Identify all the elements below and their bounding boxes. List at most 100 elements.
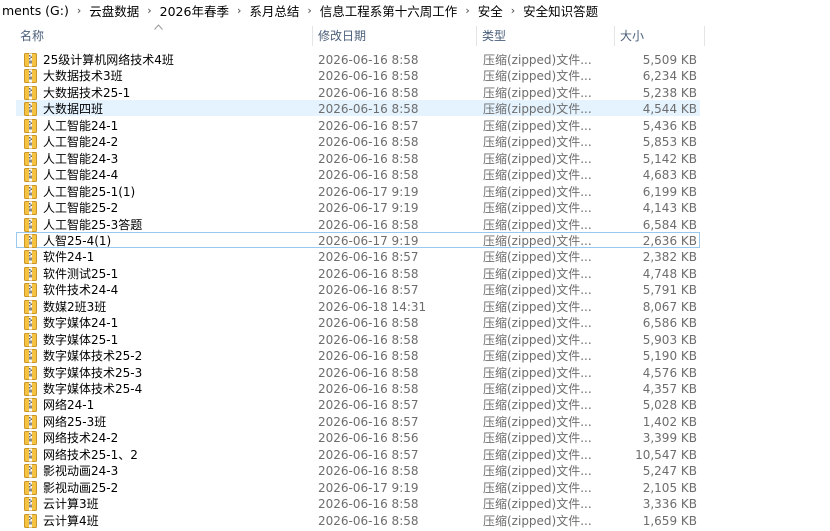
file-name: 人工智能25-3答题 bbox=[43, 217, 143, 232]
file-date: 2026-06-16 8:57 bbox=[318, 118, 419, 133]
breadcrumb-item[interactable]: ments (G:) bbox=[0, 3, 71, 18]
file-size: 5,238 KB bbox=[642, 85, 697, 100]
breadcrumb-item[interactable]: 云盘数据 bbox=[87, 1, 141, 20]
file-row[interactable]: 软件技术24-4 2026-06-16 8:57 压缩(zipped)文件... 5,… bbox=[16, 281, 700, 298]
zip-folder-icon bbox=[24, 151, 37, 166]
column-header-name[interactable]: 名称 bbox=[20, 26, 44, 46]
file-row[interactable]: 影视动画24-3 2026-06-16 8:58 压缩(zipped)文件... 5,… bbox=[16, 462, 700, 479]
file-row[interactable]: 人工智能25-3答题 2026-06-16 8:58 压缩(zipped)文件...… bbox=[16, 216, 700, 232]
file-row[interactable]: 网络25-3班 2026-06-16 8:57 压缩(zipped)文件... 1,4… bbox=[16, 413, 700, 429]
file-row[interactable]: 人工智能25-1(1) 2026-06-17 9:19 压缩(zipped)文件..… bbox=[16, 183, 700, 199]
zip-folder-icon bbox=[24, 168, 37, 183]
file-row[interactable]: 软件24-1 2026-06-16 8:57 压缩(zipped)文件... 2,38… bbox=[16, 248, 700, 265]
file-row[interactable]: 影视动画25-2 2026-06-17 9:19 压缩(zipped)文件... 2,… bbox=[16, 479, 700, 495]
zip-folder-icon bbox=[24, 447, 37, 462]
file-type: 压缩(zipped)文件... bbox=[483, 135, 592, 150]
file-date: 2026-06-16 8:58 bbox=[318, 382, 419, 396]
file-row[interactable]: 大数据技术25-1 2026-06-16 8:58 压缩(zipped)文件... 5… bbox=[16, 84, 700, 100]
file-size: 3,336 KB bbox=[642, 497, 697, 512]
file-name: 影视动画25-2 bbox=[43, 480, 119, 495]
file-row[interactable]: 25级计算机网络技术4班 2026-06-16 8:58 压缩(zipped)文件.… bbox=[16, 51, 700, 67]
zip-folder-icon bbox=[24, 414, 37, 429]
file-row[interactable]: 人工智能24-1 2026-06-16 8:57 压缩(zipped)文件... 5,… bbox=[16, 117, 700, 133]
file-name: 网络技术24-2 bbox=[43, 431, 119, 446]
column-header-size[interactable]: 大小 bbox=[620, 26, 644, 46]
file-name: 人工智能24-2 bbox=[43, 135, 119, 150]
file-row[interactable]: 网络技术24-2 2026-06-16 8:56 压缩(zipped)文件... 3,… bbox=[16, 429, 700, 446]
breadcrumb-item[interactable]: 系月总结 bbox=[247, 1, 301, 20]
file-type: 压缩(zipped)文件... bbox=[483, 513, 592, 528]
file-row[interactable]: 人工智能24-4 2026-06-16 8:58 压缩(zipped)文件... 4,… bbox=[16, 166, 700, 183]
chevron-right-icon[interactable]: › bbox=[459, 4, 475, 17]
file-row[interactable]: 人工智能24-3 2026-06-16 8:58 压缩(zipped)文件... 5,… bbox=[16, 150, 700, 166]
file-size: 10,547 KB bbox=[635, 447, 697, 462]
file-row[interactable]: 大数据技术3班 2026-06-16 8:58 压缩(zipped)文件... 6,2… bbox=[16, 67, 700, 84]
file-name: 数字媒体技术25-3 bbox=[43, 365, 143, 380]
chevron-right-icon[interactable]: › bbox=[505, 4, 521, 17]
file-date: 2026-06-16 8:58 bbox=[318, 513, 419, 528]
file-size: 5,142 KB bbox=[642, 151, 697, 166]
file-row[interactable]: 人工智能24-2 2026-06-16 8:58 压缩(zipped)文件... 5,… bbox=[16, 133, 700, 150]
file-type: 压缩(zipped)文件... bbox=[483, 217, 592, 232]
file-size: 2,636 KB bbox=[642, 233, 697, 248]
file-type: 压缩(zipped)文件... bbox=[483, 151, 592, 166]
breadcrumb-item[interactable]: 信息工程系第十六周工作 bbox=[318, 1, 460, 20]
file-size: 5,436 KB bbox=[642, 118, 697, 133]
file-row[interactable]: 人智25-4(1) 2026-06-17 9:19 压缩(zipped)文件... 2… bbox=[16, 231, 700, 248]
file-type: 压缩(zipped)文件... bbox=[483, 53, 592, 67]
breadcrumb-item[interactable]: 安全 bbox=[476, 1, 505, 20]
column-header-date[interactable]: 修改日期 bbox=[318, 26, 366, 46]
file-date: 2026-06-16 8:58 bbox=[318, 102, 419, 117]
file-name: 人智25-4(1) bbox=[43, 233, 112, 248]
file-type: 压缩(zipped)文件... bbox=[483, 398, 592, 413]
file-type: 压缩(zipped)文件... bbox=[483, 118, 592, 133]
file-size: 6,584 KB bbox=[642, 217, 697, 232]
file-row[interactable]: 软件测试25-1 2026-06-16 8:58 压缩(zipped)文件... 4,… bbox=[16, 265, 700, 281]
file-date: 2026-06-16 8:58 bbox=[318, 316, 419, 331]
zip-folder-icon bbox=[24, 431, 37, 446]
chevron-right-icon[interactable]: › bbox=[301, 4, 317, 17]
file-name: 软件测试25-1 bbox=[43, 266, 119, 281]
file-name: 人工智能25-1(1) bbox=[43, 184, 136, 199]
chevron-right-icon[interactable]: › bbox=[231, 4, 247, 17]
file-row[interactable]: 数字媒体技术25-2 2026-06-16 8:58 压缩(zipped)文件...… bbox=[16, 347, 700, 364]
file-name: 数字媒体技术25-2 bbox=[43, 349, 143, 364]
file-size: 5,791 KB bbox=[642, 283, 697, 298]
column-divider[interactable] bbox=[312, 26, 313, 46]
file-date: 2026-06-17 9:19 bbox=[318, 201, 419, 216]
chevron-right-icon[interactable]: › bbox=[71, 4, 87, 17]
file-name: 人工智能24-1 bbox=[43, 118, 119, 133]
file-date: 2026-06-16 8:57 bbox=[318, 283, 419, 298]
file-row[interactable]: 数字媒体24-1 2026-06-16 8:58 压缩(zipped)文件... 6,… bbox=[16, 314, 700, 331]
file-row[interactable]: 数字媒体技术25-3 2026-06-16 8:58 压缩(zipped)文件...… bbox=[16, 364, 700, 380]
file-row[interactable]: 数媒2班3班 2026-06-18 14:31 压缩(zipped)文件... 8,0… bbox=[16, 298, 700, 314]
file-type: 压缩(zipped)文件... bbox=[483, 69, 592, 84]
file-type: 压缩(zipped)文件... bbox=[483, 414, 592, 429]
column-header-type[interactable]: 类型 bbox=[482, 26, 506, 46]
file-row[interactable]: 人工智能25-2 2026-06-17 9:19 压缩(zipped)文件... 4,… bbox=[16, 199, 700, 216]
file-size: 6,199 KB bbox=[642, 184, 697, 199]
file-size: 4,544 KB bbox=[642, 102, 697, 117]
column-divider[interactable] bbox=[476, 26, 477, 46]
zip-folder-icon bbox=[24, 69, 37, 84]
file-size: 4,357 KB bbox=[642, 382, 697, 396]
file-row[interactable]: 数字媒体技术25-4 2026-06-16 8:58 压缩(zipped)文件...… bbox=[16, 380, 700, 396]
file-row[interactable]: 数字媒体25-1 2026-06-16 8:58 压缩(zipped)文件... 5,… bbox=[16, 331, 700, 347]
breadcrumb-item[interactable]: 安全知识答题 bbox=[521, 1, 600, 20]
file-type: 压缩(zipped)文件... bbox=[483, 480, 592, 495]
file-name: 人工智能25-2 bbox=[43, 201, 119, 216]
file-row[interactable]: 网络技术25-1、2 2026-06-16 8:57 压缩(zipped)文件...… bbox=[16, 446, 700, 462]
column-divider[interactable] bbox=[614, 26, 615, 46]
file-row[interactable]: 云计算3班 2026-06-16 8:58 压缩(zipped)文件... 3,336… bbox=[16, 495, 700, 512]
file-date: 2026-06-16 8:58 bbox=[318, 349, 419, 364]
file-row[interactable]: 网络24-1 2026-06-16 8:57 压缩(zipped)文件... 5,02… bbox=[16, 396, 700, 413]
breadcrumb-item[interactable]: 2026年春季 bbox=[158, 1, 231, 20]
chevron-right-icon[interactable]: › bbox=[141, 4, 157, 17]
file-size: 8,067 KB bbox=[642, 299, 697, 314]
file-row[interactable]: 大数据四班 2026-06-16 8:58 压缩(zipped)文件... 4,544… bbox=[16, 100, 700, 117]
column-divider[interactable] bbox=[704, 26, 705, 46]
file-size: 5,190 KB bbox=[642, 349, 697, 364]
file-name: 网络技术25-1、2 bbox=[43, 447, 138, 462]
file-size: 4,683 KB bbox=[642, 168, 697, 183]
file-date: 2026-06-16 8:57 bbox=[318, 250, 419, 265]
